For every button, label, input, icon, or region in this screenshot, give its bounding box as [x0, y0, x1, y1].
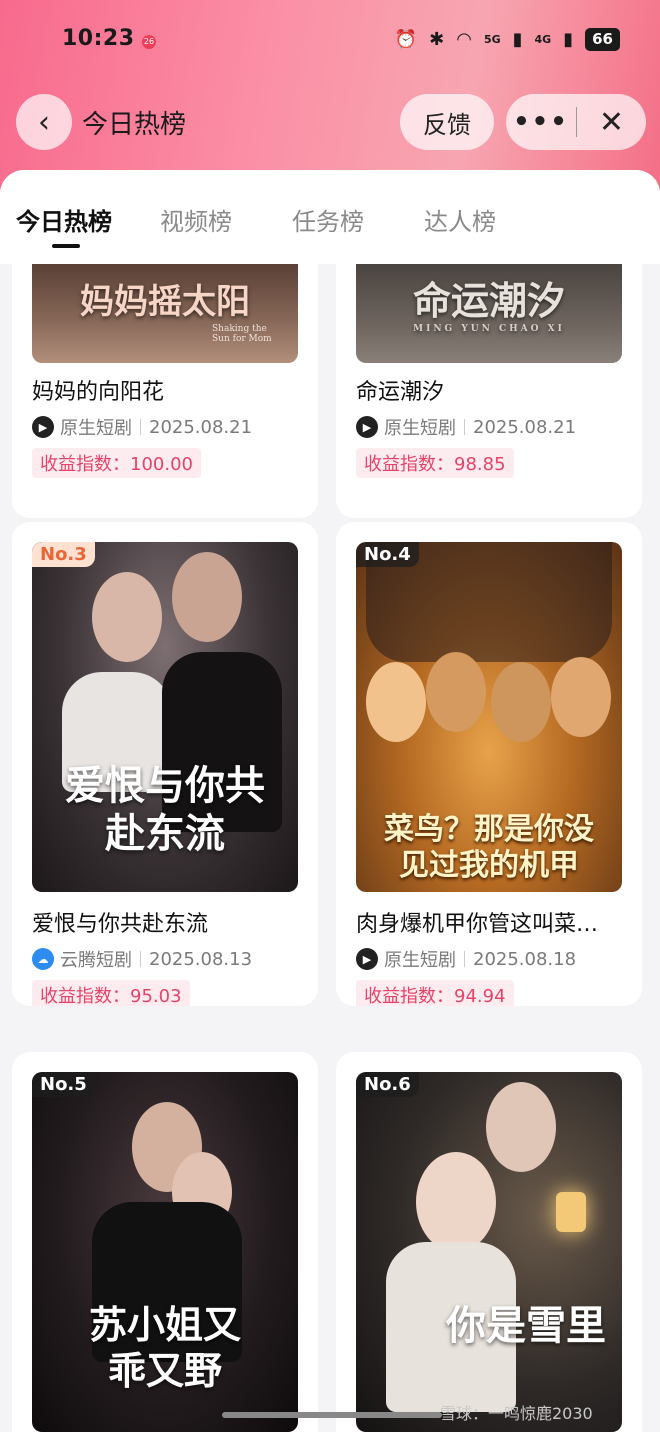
meta-divider [464, 419, 465, 435]
poster-figure [172, 552, 242, 642]
poster-title: 命运潮汐 [412, 278, 565, 323]
item-title[interactable]: 肉身爆机甲你管这叫菜… [356, 906, 622, 938]
more-icon[interactable]: ••• [506, 107, 576, 137]
platform-name: 云腾短剧 [60, 950, 132, 971]
poster-image: 妈妈摇太阳 Shaking the Sun for Mom [32, 264, 298, 363]
status-time: 10:23 [62, 26, 135, 51]
rank-badge: No.5 [32, 1072, 95, 1097]
item-meta: ▶ 原生短剧 2025.08.21 [32, 414, 252, 440]
poster-image: 苏小姐又乖又野 No.5 [32, 1072, 298, 1432]
income-badge: 收益指数：100.00 [32, 448, 201, 478]
list-item[interactable]: 你是雪里 No.6 [336, 1052, 642, 1432]
page-title: 今日热榜 [82, 110, 187, 140]
lantern-icon [556, 1192, 586, 1232]
poster-figure [486, 1082, 556, 1172]
tab-video[interactable]: 视频榜 [160, 202, 232, 237]
release-date: 2025.08.13 [149, 948, 253, 970]
play-icon: ▶ [356, 416, 378, 438]
rank-badge: No.6 [356, 1072, 419, 1097]
income-badge: 收益指数：95.03 [32, 980, 190, 1006]
meta-divider [464, 951, 465, 967]
rank-badge: No.4 [356, 542, 419, 567]
item-meta: ☁ 云腾短剧 2025.08.13 [32, 946, 252, 972]
platform-name: 原生短剧 [384, 950, 456, 971]
poster-title: 妈妈摇太阳 [80, 282, 250, 322]
poster-figure [551, 657, 611, 737]
income-badge: 收益指数：98.85 [356, 448, 514, 478]
poster-figure [92, 572, 162, 662]
poster-subtitle: Shaking the Sun for Mom [212, 324, 272, 344]
rank-badge: No.3 [32, 542, 95, 567]
back-button[interactable]: ‹ [16, 94, 72, 150]
battery-icon: 66 [585, 28, 620, 51]
tab-creator[interactable]: 达人榜 [424, 202, 496, 237]
poster-subtitle: MING YUN CHAO XI [413, 324, 565, 334]
release-date: 2025.08.18 [473, 948, 577, 970]
bluetooth-icon: ✱ [429, 29, 445, 50]
wifi-icon: ◠ [456, 29, 472, 50]
chevron-left-icon: ‹ [38, 104, 50, 140]
poster-image: 命运潮汐 MING YUN CHAO XI [356, 264, 622, 363]
notification-badge: 26 [142, 35, 156, 49]
status-bar: 10:23 26 ⏰ ✱ ◠ 5G ▮ 4G ▮ 66 [0, 22, 660, 62]
alarm-icon: ⏰ [394, 29, 418, 50]
poster-title: 你是雪里 [446, 1302, 606, 1349]
poster-figure [426, 652, 486, 732]
signal-icon: ▮ [563, 29, 574, 50]
item-title[interactable]: 爱恨与你共赴东流 [32, 906, 298, 938]
meta-divider [140, 419, 141, 435]
poster-image: 你是雪里 No.6 [356, 1072, 622, 1432]
tab-task[interactable]: 任务榜 [292, 202, 364, 237]
mini-program-capsule: ••• ✕ [506, 94, 646, 150]
item-title[interactable]: 妈妈的向阳花 [32, 374, 298, 406]
play-icon: ▶ [32, 416, 54, 438]
signal-icon: ▮ [512, 29, 523, 50]
release-date: 2025.08.21 [149, 416, 253, 438]
tab-today-hot[interactable]: 今日热榜 [16, 202, 112, 237]
nav-bar: ‹ 今日热榜 反馈 ••• ✕ [0, 92, 660, 152]
item-meta: ▶ 原生短剧 2025.08.18 [356, 946, 576, 972]
poster-image: 菜鸟？那是你没见过我的机甲 No.4 [356, 542, 622, 892]
item-title[interactable]: 命运潮汐 [356, 374, 622, 406]
list-item[interactable]: 妈妈摇太阳 Shaking the Sun for Mom 妈妈的向阳花 ▶ 原… [12, 264, 318, 518]
list-item[interactable]: 苏小姐又乖又野 No.5 [12, 1052, 318, 1432]
watermark: 雪球：一鸣惊鹿2030 [440, 1404, 593, 1423]
platform-name: 原生短剧 [60, 418, 132, 439]
poster-figure [491, 662, 551, 742]
poster-title: 苏小姐又乖又野 [88, 1302, 241, 1393]
release-date: 2025.08.21 [473, 416, 577, 438]
close-icon[interactable]: ✕ [577, 105, 646, 140]
poster-figure [416, 1152, 496, 1252]
cloud-icon: ☁ [32, 948, 54, 970]
network-4g-label: 4G [534, 33, 552, 46]
feedback-button[interactable]: 反馈 [400, 94, 494, 150]
list-item[interactable]: 菜鸟？那是你没见过我的机甲 No.4 肉身爆机甲你管这叫菜… ▶ 原生短剧 20… [336, 522, 642, 1006]
poster-image: 爱恨与你共赴东流 No.3 [32, 542, 298, 892]
poster-figure [366, 662, 426, 742]
list-item[interactable]: 爱恨与你共赴东流 No.3 爱恨与你共赴东流 ☁ 云腾短剧 2025.08.13… [12, 522, 318, 1006]
tab-underline [52, 244, 80, 248]
poster-title: 爱恨与你共赴东流 [65, 762, 265, 857]
meta-divider [140, 951, 141, 967]
network-5g-label: 5G [483, 33, 501, 46]
content-sheet: 今日热榜 视频榜 任务榜 达人榜 妈妈摇太阳 Shaking the Sun f… [0, 170, 660, 1432]
poster-title: 菜鸟？那是你没见过我的机甲 [384, 812, 594, 883]
income-badge: 收益指数：94.94 [356, 980, 514, 1006]
item-meta: ▶ 原生短剧 2025.08.21 [356, 414, 576, 440]
play-icon: ▶ [356, 948, 378, 970]
status-icons: ⏰ ✱ ◠ 5G ▮ 4G ▮ 66 [395, 28, 620, 51]
tab-bar: 今日热榜 视频榜 任务榜 达人榜 [0, 170, 660, 264]
list-item[interactable]: 命运潮汐 MING YUN CHAO XI 命运潮汐 ▶ 原生短剧 2025.0… [336, 264, 642, 518]
home-indicator[interactable] [222, 1412, 442, 1418]
platform-name: 原生短剧 [384, 418, 456, 439]
